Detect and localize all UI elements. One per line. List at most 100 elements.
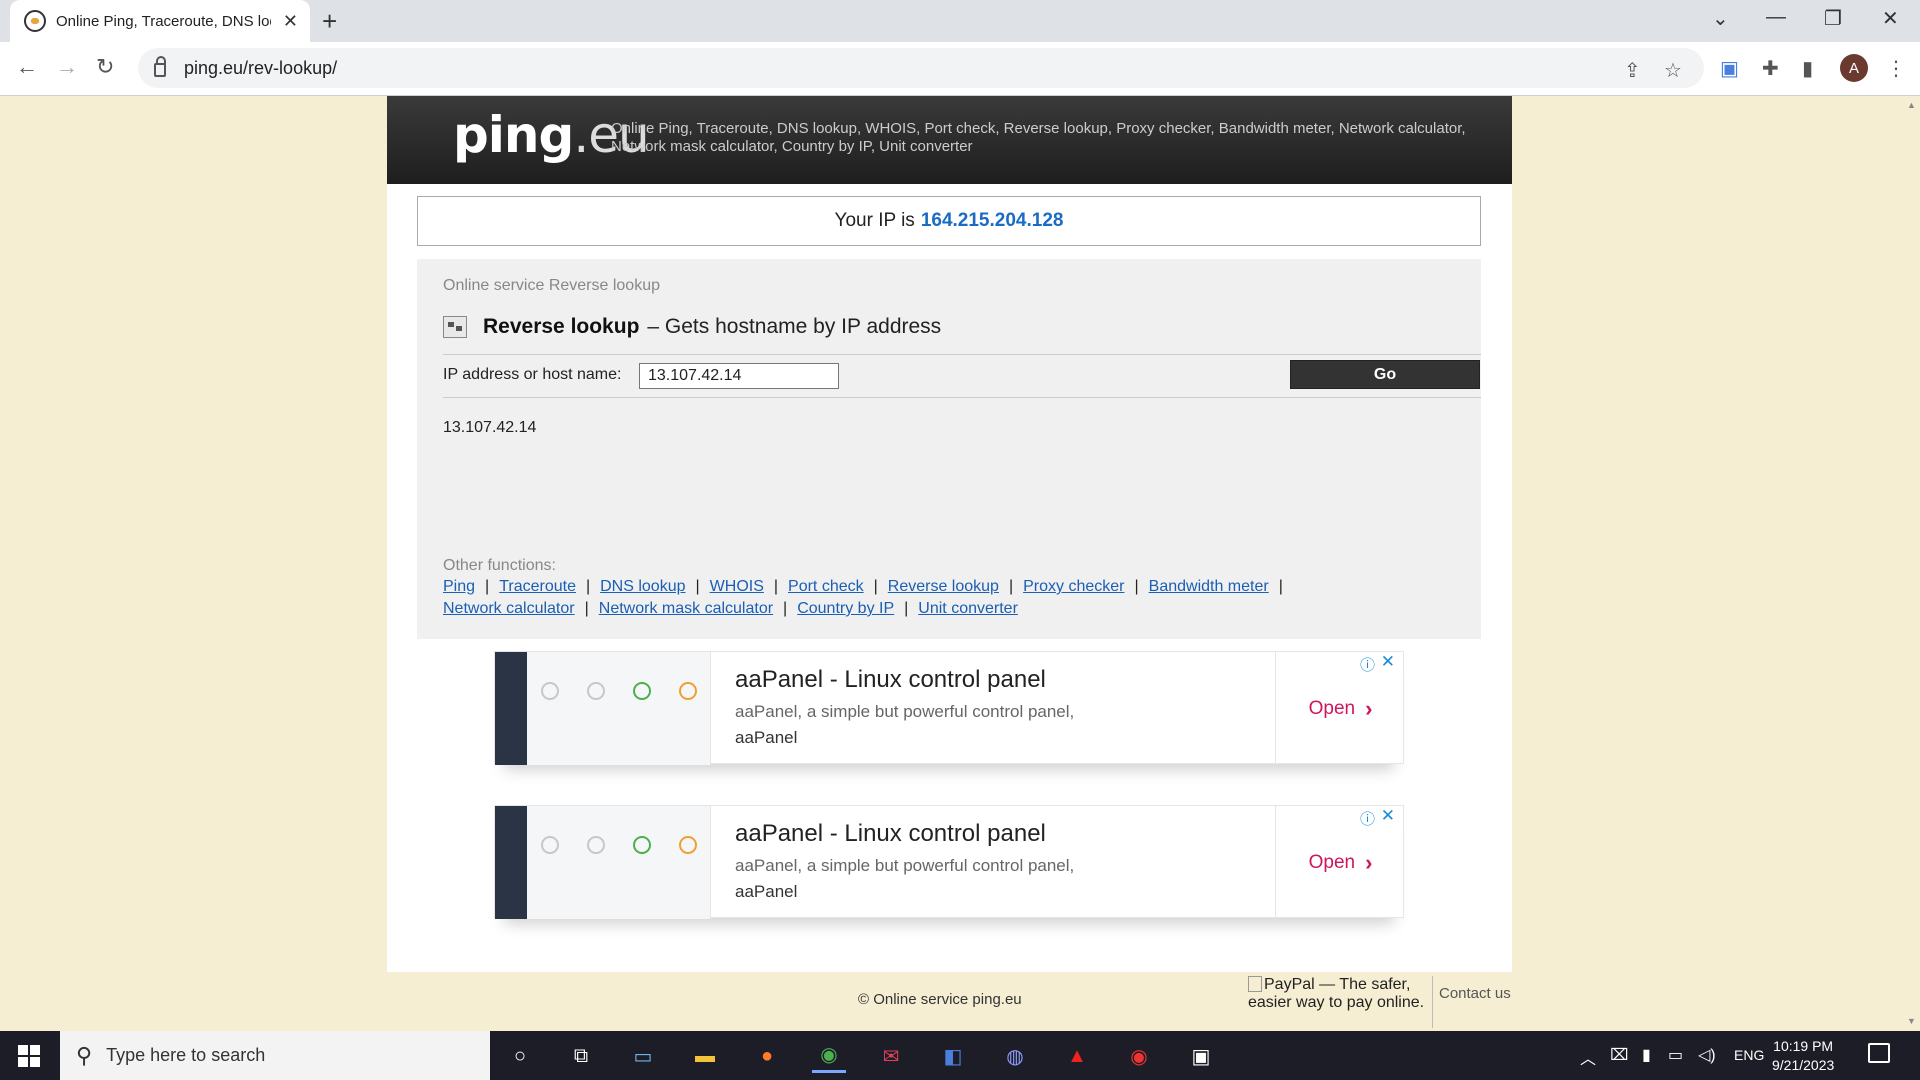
forward-arrow-icon[interactable]: → (56, 54, 78, 80)
chevron-right-icon: › (1365, 849, 1373, 875)
paypal-donate-image[interactable]: PayPal — The safer, easier way to pay on… (1248, 976, 1428, 1012)
clock-time: 10:19 PM (1773, 1038, 1834, 1054)
ad-thumbnail-image[interactable] (495, 806, 711, 919)
notifications-icon[interactable] (1868, 1043, 1890, 1063)
page-scrollbar[interactable]: ▲ ▼ (1904, 96, 1920, 1031)
link-dns-lookup[interactable]: DNS lookup (600, 578, 685, 595)
link-reverse-lookup[interactable]: Reverse lookup (888, 578, 999, 595)
discord-chrome-icon[interactable]: ◍ (998, 1039, 1032, 1073)
ad-info-icon[interactable]: ⓘ (1360, 654, 1375, 675)
chevron-right-icon: › (1365, 695, 1373, 721)
ad-open-label: Open (1308, 851, 1356, 873)
ad-close-icon[interactable]: ✕ (1381, 652, 1395, 672)
tray-network-offline-icon[interactable]: ⌧ (1610, 1045, 1628, 1065)
ip-field-label: IP address or host name: (443, 366, 622, 383)
task-view-icon[interactable]: ⧉ (564, 1039, 598, 1073)
address-url[interactable]: ping.eu/rev-lookup/ (184, 58, 337, 79)
network-icon[interactable]: ▭ (1668, 1045, 1683, 1065)
service-subtitle: – Gets hostname by IP address (647, 315, 942, 338)
tab-title: Online Ping, Traceroute, DNS loo (56, 12, 271, 30)
windows-start-icon[interactable] (18, 1045, 40, 1067)
taskbar-search-box[interactable]: ⚲ Type here to search (60, 1031, 490, 1080)
windows-taskbar: ⚲ Type here to search ○ ⧉ ▭ ▬ ● ◉ ✉ ◧ ◍ … (0, 1031, 1920, 1080)
side-panel-icon[interactable]: ▮ (1802, 56, 1813, 81)
lock-icon[interactable] (154, 56, 166, 77)
site-header: ping.eu Online Ping, Traceroute, DNS loo… (387, 96, 1512, 184)
service-panel: Online service Reverse lookup Reverse lo… (417, 259, 1481, 639)
link-traceroute[interactable]: Traceroute (499, 578, 576, 595)
share-icon[interactable]: ⇪ (1624, 58, 1641, 83)
link-network-calculator[interactable]: Network calculator (443, 600, 575, 617)
close-window-button[interactable]: ✕ (1882, 6, 1899, 31)
browser-toolbar: ← → ↻ ping.eu/rev-lookup/ ⇪ ☆ ▣ ✚ ▮ A ⋮ (0, 42, 1920, 96)
ad-banner[interactable]: aaPanel - Linux control panel aaPanel, a… (494, 805, 1404, 919)
ad-title[interactable]: aaPanel - Linux control panel (735, 666, 1046, 694)
mysql-workbench-icon[interactable]: ◧ (936, 1039, 970, 1073)
tab-close-icon[interactable]: ✕ (283, 11, 298, 32)
file-explorer-icon[interactable]: ▬ (688, 1039, 722, 1073)
link-whois[interactable]: WHOIS (710, 578, 764, 595)
taskbar-clock[interactable]: 10:19 PM 9/21/2023 (1772, 1037, 1834, 1075)
tray-overflow-chevron-icon[interactable]: ︿ (1580, 1045, 1596, 1069)
address-bar[interactable]: ping.eu/rev-lookup/ ⇪ ☆ (138, 48, 1704, 88)
microphone-icon[interactable]: ▮ (1642, 1045, 1651, 1065)
bookmark-star-icon[interactable]: ☆ (1664, 58, 1682, 83)
firefox-icon[interactable]: ● (750, 1039, 784, 1073)
paypal-alt-text: PayPal — The safer, easier way to pay on… (1248, 976, 1425, 1011)
restore-button[interactable]: ❐ (1824, 6, 1842, 31)
acrobat-icon[interactable]: ▲ (1060, 1039, 1094, 1073)
profile-avatar[interactable]: A (1840, 54, 1868, 82)
link-network-mask-calculator[interactable]: Network mask calculator (599, 600, 773, 617)
ad-info-icon[interactable]: ⓘ (1360, 808, 1375, 829)
chat-app-icon[interactable]: ✉ (874, 1039, 908, 1073)
lookup-result: 13.107.42.14 (443, 419, 537, 436)
extensions-puzzle-icon[interactable]: ✚ (1762, 56, 1779, 81)
ad-thumbnail-image[interactable] (495, 652, 711, 765)
link-bandwidth-meter[interactable]: Bandwidth meter (1149, 578, 1269, 595)
back-arrow-icon[interactable]: ← (16, 54, 38, 80)
screen-recorder-icon[interactable]: ◉ (1122, 1039, 1156, 1073)
go-button[interactable]: Go (1290, 360, 1480, 389)
ad-close-icon[interactable]: ✕ (1381, 806, 1395, 826)
chrome-icon[interactable]: ◉ (812, 1039, 846, 1073)
reverse-lookup-icon (443, 316, 467, 338)
link-proxy-checker[interactable]: Proxy checker (1023, 578, 1124, 595)
service-name: Reverse lookup (483, 315, 640, 338)
your-ip-box: Your IP is 164.215.204.128 (417, 196, 1481, 246)
tab-search-chevron-icon[interactable]: ⌄ (1712, 6, 1729, 31)
translate-extension-icon[interactable]: ▣ (1720, 56, 1739, 81)
link-ping[interactable]: Ping (443, 578, 475, 595)
volume-icon[interactable]: ◁) (1698, 1045, 1716, 1065)
taskbar-search-placeholder: Type here to search (106, 1045, 266, 1065)
contact-link[interactable]: Contact us (1432, 976, 1511, 1028)
reload-icon[interactable]: ↻ (96, 54, 114, 80)
header-description: Online Ping, Traceroute, DNS lookup, WHO… (611, 120, 1466, 155)
divider (443, 397, 1481, 398)
ad-brand: aaPanel (735, 728, 798, 747)
ad-brand: aaPanel (735, 882, 798, 901)
terminal-icon[interactable]: ▣ (1184, 1039, 1218, 1073)
new-tab-button[interactable]: + (322, 6, 337, 37)
more-menu-icon[interactable]: ⋮ (1886, 56, 1906, 81)
browser-tab-bar: Online Ping, Traceroute, DNS loo ✕ + ⌄ —… (0, 0, 1920, 42)
other-functions-label: Other functions: (443, 557, 556, 574)
link-port-check[interactable]: Port check (788, 578, 864, 595)
scroll-up-icon[interactable]: ▲ (1907, 100, 1916, 110)
ad-title[interactable]: aaPanel - Linux control panel (735, 820, 1046, 848)
minimize-button[interactable]: — (1766, 6, 1786, 29)
ad-description: aaPanel, a simple but powerful control p… (735, 856, 1075, 875)
ad-banner[interactable]: aaPanel - Linux control panel aaPanel, a… (494, 651, 1404, 765)
ad-open-label: Open (1308, 697, 1356, 719)
other-functions-links: Ping | Traceroute | DNS lookup | WHOIS | Port ch… (443, 578, 1283, 617)
scroll-down-icon[interactable]: ▼ (1907, 1016, 1916, 1026)
divider (443, 354, 1481, 355)
remote-desktop-icon[interactable]: ▭ (626, 1039, 660, 1073)
link-country-by-ip[interactable]: Country by IP (797, 600, 894, 617)
your-ip-label: Your IP is (834, 210, 915, 231)
language-indicator[interactable]: ENG (1734, 1047, 1764, 1063)
site-favicon-icon (24, 10, 46, 32)
browser-tab[interactable]: Online Ping, Traceroute, DNS loo ✕ (10, 0, 310, 42)
cortana-icon[interactable]: ○ (503, 1039, 537, 1073)
ip-address-input[interactable] (639, 363, 839, 389)
link-unit-converter[interactable]: Unit converter (918, 600, 1018, 617)
